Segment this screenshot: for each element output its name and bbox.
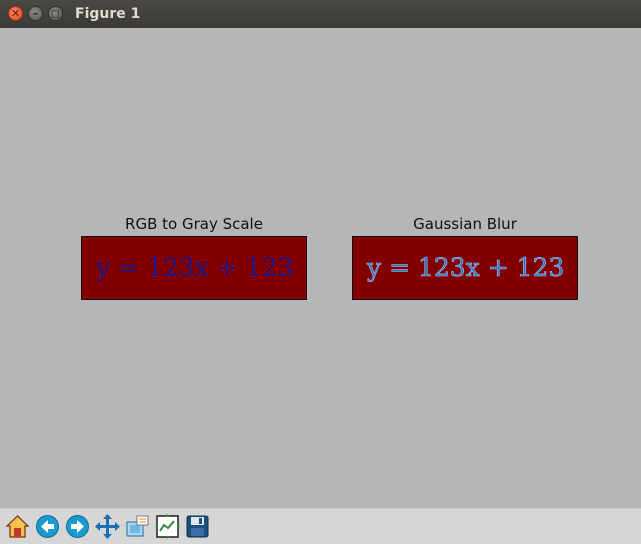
figure-canvas: RGB to Gray Scale y = 123x + 123 Gaussia… bbox=[0, 28, 641, 508]
back-button[interactable] bbox=[34, 513, 61, 540]
window-title: Figure 1 bbox=[75, 6, 141, 22]
save-icon bbox=[186, 515, 209, 538]
zoom-button[interactable] bbox=[124, 513, 151, 540]
window-minimize-button[interactable]: – bbox=[28, 6, 43, 21]
zoom-icon bbox=[126, 515, 149, 537]
window-close-button[interactable]: ✕ bbox=[8, 6, 23, 21]
forward-button[interactable] bbox=[64, 513, 91, 540]
equation-text-blur: y = 123x + 123 bbox=[366, 253, 564, 282]
configure-subplots-icon bbox=[155, 514, 180, 539]
back-arrow-icon bbox=[36, 515, 59, 538]
window-titlebar: ✕ – ◻ Figure 1 bbox=[0, 0, 641, 29]
equation-text-gray: y = 123x + 123 bbox=[95, 253, 293, 282]
navigation-toolbar bbox=[0, 508, 641, 544]
configure-subplots-button[interactable] bbox=[154, 513, 181, 540]
equation-image-gray: y = 123x + 123 bbox=[95, 253, 293, 282]
window-maximize-button[interactable]: ◻ bbox=[48, 6, 63, 21]
plot-title-blur: Gaussian Blur bbox=[413, 215, 517, 233]
save-button[interactable] bbox=[184, 513, 211, 540]
home-button[interactable] bbox=[4, 513, 31, 540]
image-gray-scale: y = 123x + 123 bbox=[81, 236, 307, 300]
equation-image-blur: y = 123x + 123 bbox=[366, 253, 565, 283]
home-icon bbox=[5, 515, 30, 538]
image-gaussian-blur: y = 123x + 123 bbox=[352, 236, 578, 300]
plot-title-gray: RGB to Gray Scale bbox=[125, 215, 263, 233]
pan-icon bbox=[95, 514, 120, 539]
forward-arrow-icon bbox=[66, 515, 89, 538]
pan-button[interactable] bbox=[94, 513, 121, 540]
